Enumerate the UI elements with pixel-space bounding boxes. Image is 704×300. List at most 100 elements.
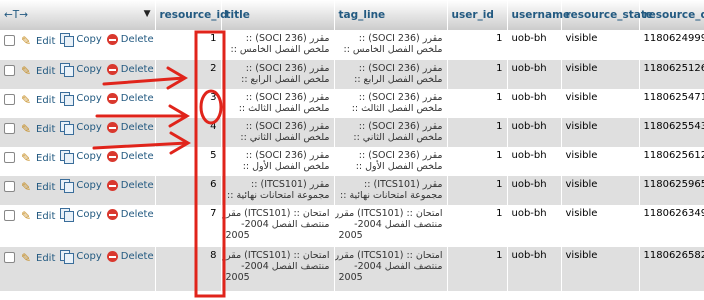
header-user-id[interactable]: user_id [447, 0, 508, 30]
cell-resource-date: 1180626349 [639, 205, 704, 247]
tag-line-2: ملخص الفصل الثالث :: [351, 103, 443, 114]
cell-tag-line: مقرر (SOCI 236) :: ملخص الفصل الثالث :: [334, 89, 448, 118]
cell-title: مقرر (SOCI 236) :: ملخص الفصل الثالث :: [221, 89, 335, 118]
copy-button[interactable]: Copy [60, 179, 102, 193]
tag-line-2: منتصف الفصل 2004- [354, 219, 443, 230]
edit-button[interactable]: ✎ Edit [21, 35, 55, 47]
row-checkbox[interactable] [4, 210, 15, 221]
table-row: ✎ Edit Copy Delete 2 مقرر (SOCI 236) :: ملخص ا… [0, 60, 704, 89]
tag-line-1: مقرر (SOCI 236) :: [358, 92, 443, 103]
cell-username: uob-bh [507, 89, 562, 118]
cell-resource-state: visible [561, 60, 640, 89]
copy-icon [60, 250, 75, 264]
copy-button[interactable]: Copy [60, 121, 102, 135]
delete-icon [106, 93, 118, 104]
edit-button[interactable]: ✎ Edit [21, 210, 55, 222]
edit-button[interactable]: ✎ Edit [21, 123, 55, 135]
copy-button[interactable]: Copy [60, 208, 102, 222]
cell-resource-date: 1180625471 [639, 89, 704, 118]
cell-username: uob-bh [507, 118, 562, 147]
copy-button[interactable]: Copy [60, 33, 102, 47]
edit-button[interactable]: ✎ Edit [21, 252, 55, 264]
delete-button[interactable]: Delete [106, 151, 154, 162]
delete-icon [106, 180, 118, 191]
title-line-3: 2005 [225, 272, 250, 283]
copy-icon [60, 33, 75, 47]
row-checkbox[interactable] [4, 94, 15, 105]
copy-label: Copy [76, 33, 102, 45]
edit-button[interactable]: ✎ Edit [21, 94, 55, 106]
title-line-1: مقرر (SOCI 236) :: [245, 92, 330, 103]
cell-username: uob-bh [507, 147, 562, 176]
pencil-icon: ✎ [21, 180, 32, 194]
tag-line-2: ملخص الفصل الرابع :: [354, 74, 443, 85]
delete-button[interactable]: Delete [106, 251, 154, 262]
delete-button[interactable]: Delete [106, 209, 154, 220]
edit-label: Edit [36, 210, 56, 222]
tag-line-1: مقرر (SOCI 236) :: [358, 121, 443, 132]
title-line-2: ملخص الفصل الرابع :: [241, 74, 330, 85]
edit-button[interactable]: ✎ Edit [21, 152, 55, 164]
cell-user-id: 1 [447, 89, 508, 118]
cell-tag-line: مقرر (SOCI 236) :: ملخص الفصل الثاني :: [334, 118, 448, 147]
sort-dropdown-icon[interactable]: ▼ [144, 9, 151, 19]
copy-icon [60, 121, 75, 135]
tag-line-1: مقرر (SOCI 236) :: [358, 63, 443, 74]
pencil-icon: ✎ [21, 34, 32, 48]
tag-line-2: ملخص الفصل الأول :: [355, 161, 443, 172]
delete-button[interactable]: Delete [106, 64, 154, 75]
cell-title: مقرر (ITCS101) :: مجموعة امتحانات نهائية … [221, 176, 335, 205]
copy-button[interactable]: Copy [60, 250, 102, 264]
cell-resource-date: 1180624999 [639, 30, 704, 60]
title-line-1: مقرر (SOCI 236) :: [245, 121, 330, 132]
row-checkbox[interactable] [4, 252, 15, 263]
copy-button[interactable]: Copy [60, 150, 102, 164]
header-resource-id[interactable]: resource_id [155, 0, 228, 30]
cell-tag-line: امتحان :: (ITCS101) مقرر منتصف الفصل 2004… [334, 205, 448, 247]
cell-username: uob-bh [507, 60, 562, 89]
delete-button[interactable]: Delete [106, 93, 154, 104]
row-checkbox[interactable] [4, 181, 15, 192]
delete-button[interactable]: Delete [106, 34, 154, 45]
cell-resource-date: 1180625126 [639, 60, 704, 89]
delete-icon [106, 122, 118, 133]
tag-line-1: امتحان :: (ITCS101) مقرر [334, 250, 443, 261]
cell-title: مقرر (SOCI 236) :: ملخص الفصل الرابع :: [221, 60, 335, 89]
header-resource-state[interactable]: resource_state [561, 0, 653, 30]
row-checkbox[interactable] [4, 65, 15, 76]
cell-resource-date: 1180625612 [639, 147, 704, 176]
cell-user-id: 1 [447, 118, 508, 147]
cell-resource-id: 1 [155, 30, 222, 60]
header-tag-line[interactable]: tag_line [334, 0, 448, 30]
title-line-1: مقرر (ITCS101) :: [251, 179, 330, 190]
copy-button[interactable]: Copy [60, 92, 102, 106]
cell-resource-id: 8 [155, 247, 222, 291]
copy-icon [60, 208, 75, 222]
cell-title: امتحان :: (ITCS101) مقرر منتصف الفصل 2004… [221, 205, 335, 247]
edit-button[interactable]: ✎ Edit [21, 181, 55, 193]
header-row: ←T→ ▼ resource_id title tag_line user_id… [0, 0, 704, 30]
results-table: ←T→ ▼ resource_id title tag_line user_id… [0, 0, 704, 291]
title-line-1: مقرر (SOCI 236) :: [245, 150, 330, 161]
delete-button[interactable]: Delete [106, 180, 154, 191]
edit-label: Edit [36, 35, 56, 47]
cell-user-id: 1 [447, 205, 508, 247]
delete-icon [106, 34, 118, 45]
pencil-icon: ✎ [21, 64, 32, 78]
header-title[interactable]: title [221, 0, 335, 30]
cell-title: مقرر (SOCI 236) :: ملخص الفصل الخامس :: [221, 30, 335, 60]
tag-line-1: مقرر (SOCI 236) :: [358, 150, 443, 161]
row-checkbox[interactable] [4, 123, 15, 134]
header-resource-date[interactable]: resource_date [639, 0, 704, 30]
cell-resource-state: visible [561, 89, 640, 118]
column-resize-arrows[interactable]: ←T→ [4, 9, 28, 21]
edit-button[interactable]: ✎ Edit [21, 65, 55, 77]
cell-resource-date: 1180626582 [639, 247, 704, 291]
header-username[interactable]: username [507, 0, 570, 30]
copy-button[interactable]: Copy [60, 63, 102, 77]
pencil-icon: ✎ [21, 251, 32, 265]
cell-resource-state: visible [561, 118, 640, 147]
row-checkbox[interactable] [4, 152, 15, 163]
delete-button[interactable]: Delete [106, 122, 154, 133]
row-checkbox[interactable] [4, 35, 15, 46]
